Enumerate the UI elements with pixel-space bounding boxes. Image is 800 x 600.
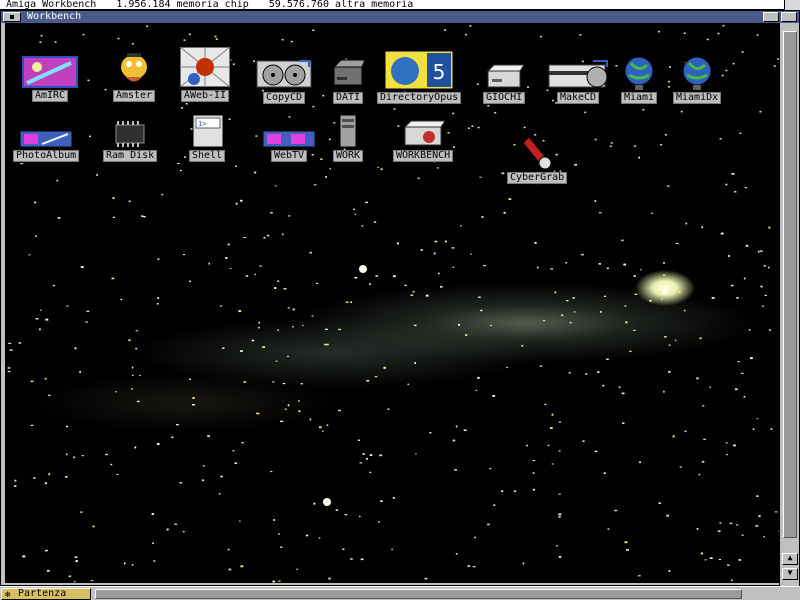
taskbar: ✻ Partenza [0, 586, 800, 600]
amirc-icon[interactable]: AmIRC [21, 55, 79, 102]
desktop-backdrop: AmIRC Amster AWeb-II CopyCD DATI 5 Direc… [5, 23, 781, 583]
icon-label: AWeb-II [180, 90, 230, 102]
depth-gadget[interactable] [781, 12, 797, 22]
vertical-scrollbar[interactable]: ▲ ▼ [779, 23, 799, 587]
icon-label: DirectoryOpus [377, 92, 462, 104]
icon-label: WORKBENCH [393, 150, 454, 162]
webtv-icon[interactable]: WebTV [261, 129, 317, 162]
icon-label: Ram Disk [103, 150, 158, 162]
icon-label: MiamiDx [673, 92, 722, 104]
icon-label: AmIRC [31, 90, 69, 102]
amster-icon[interactable]: Amster [105, 49, 163, 102]
dopus-icon[interactable]: 5 DirectoryOpus [377, 49, 462, 104]
horizontal-scroll-knob[interactable] [95, 589, 742, 599]
miamidx-icon[interactable]: MiamiDx [673, 53, 722, 104]
icon-label: CopyCD [262, 92, 306, 104]
start-button[interactable]: ✻ Partenza [1, 588, 91, 600]
icon-label: Amster [112, 90, 156, 102]
icon-label: MakeCD [556, 92, 600, 104]
icon-label: GIOCHI [483, 92, 526, 104]
icon-label: CyberGrab [507, 172, 568, 184]
screen-title: Amiga Workbench [6, 0, 97, 10]
zoom-gadget[interactable] [763, 12, 779, 22]
miami-icon[interactable]: Miami [619, 53, 659, 104]
scroll-down-arrow-icon[interactable]: ▼ [782, 568, 798, 580]
comet-starfield-image [7, 24, 781, 583]
icon-label: DATI [332, 92, 364, 104]
photoalbum-icon[interactable]: PhotoAlbum [13, 129, 80, 162]
window-titlebar[interactable]: Workbench [1, 11, 799, 23]
vertical-scroll-knob[interactable] [783, 31, 797, 538]
horizontal-scrollbar[interactable] [92, 588, 782, 600]
work-drive-icon[interactable]: WORK [331, 113, 365, 162]
icon-label: PhotoAlbum [13, 150, 80, 162]
scroll-up-arrow-icon[interactable]: ▲ [782, 553, 798, 565]
amiga-logo-icon: ✻ [5, 590, 11, 600]
svg-text:5: 5 [433, 60, 446, 84]
cybergrab-icon[interactable]: CyberGrab [507, 133, 568, 184]
makecd-icon[interactable]: MakeCD [545, 57, 611, 104]
copycd-icon[interactable]: CopyCD [255, 57, 313, 104]
close-icon[interactable] [3, 12, 21, 22]
giochi-drive-icon[interactable]: GIOCHI [483, 61, 526, 104]
ram-disk-icon[interactable]: Ram Disk [103, 119, 158, 162]
svg-text:1>: 1> [198, 120, 206, 128]
other-memory: 59.576.760 altra memoria [268, 0, 414, 10]
aweb-icon[interactable]: AWeb-II [176, 45, 234, 102]
shell-icon[interactable]: 1> Shell [187, 113, 227, 162]
workbench-drive-icon[interactable]: WORKBENCH [393, 117, 454, 162]
screen-title-bar: Amiga Workbench 1.956.184 memoria chip 59.… [0, 0, 800, 10]
workbench-window: Workbench AmIRC Amster AWeb-II CopyCD DA… [0, 10, 800, 587]
screen-depth-gadget[interactable] [784, 0, 800, 10]
dati-drive-icon[interactable]: DATI [331, 57, 366, 104]
icon-label: Shell [188, 150, 226, 162]
chip-memory: 1.956.184 memoria chip [116, 0, 249, 10]
icon-label: Miami [620, 92, 658, 104]
start-button-label: Partenza [18, 588, 67, 599]
window-title: Workbench [27, 11, 82, 22]
icon-label: WebTV [270, 150, 308, 162]
icon-label: WORK [332, 150, 364, 162]
